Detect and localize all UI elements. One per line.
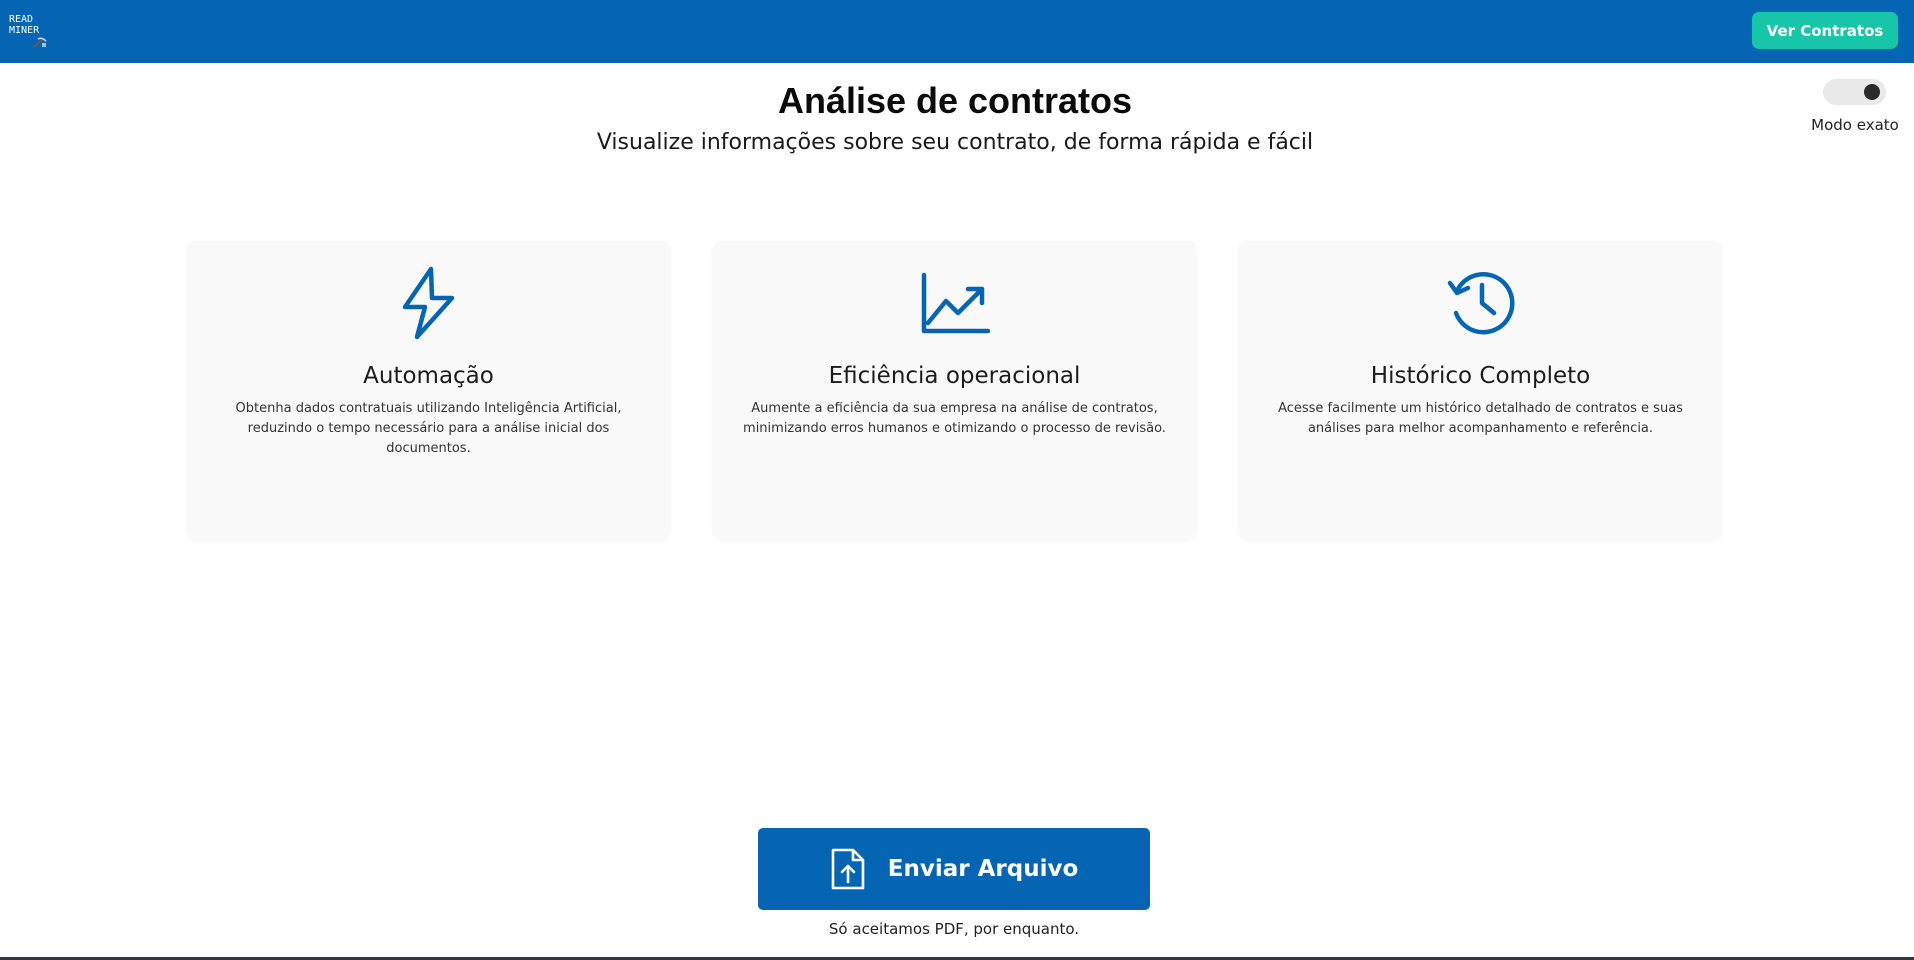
modo-exato-label: Modo exato [1811,116,1899,134]
feature-title: Histórico Completo [1370,363,1591,389]
readminer-logo[interactable]: READ MINER [9,14,47,52]
logo-line-2: MINER [9,25,40,36]
enviar-arquivo-button[interactable]: Enviar Arquivo [758,828,1150,910]
chart-trend-icon [920,263,990,343]
feature-card-historico: Histórico Completo Acesse facilmente um … [1239,241,1722,539]
enviar-arquivo-label: Enviar Arquivo [887,856,1079,882]
ver-contratos-button[interactable]: Ver Contratos [1752,12,1898,49]
feature-description: Obtenha dados contratuais utilizando Int… [235,401,622,456]
modo-exato-toggle[interactable] [1823,79,1886,105]
history-clock-icon [1446,263,1516,343]
feature-title: Eficiência operacional [828,363,1081,389]
feature-description: Aumente a eficiência da sua empresa na a… [743,401,1166,436]
feature-description: Acesse facilmente um histórico detalhado… [1278,401,1683,436]
upload-note: Só aceitamos PDF, por enquanto. [828,920,1080,938]
logo-line-1: READ [9,14,34,25]
lightning-bolt-icon [394,263,464,343]
toggle-knob [1864,84,1880,100]
feature-card-automacao: Automação Obtenha dados contratuais util… [187,241,670,539]
page-subtitle: Visualize informações sobre seu contrato… [596,130,1314,155]
top-navbar: READ MINER Ver Contratos [0,0,1914,63]
feature-card-eficiencia: Eficiência operacional Aumente a eficiên… [713,241,1196,539]
pickaxe-icon [33,37,47,48]
page-title: Análise de contratos [777,80,1133,121]
feature-title: Automação [363,363,494,389]
file-upload-icon [830,847,866,891]
